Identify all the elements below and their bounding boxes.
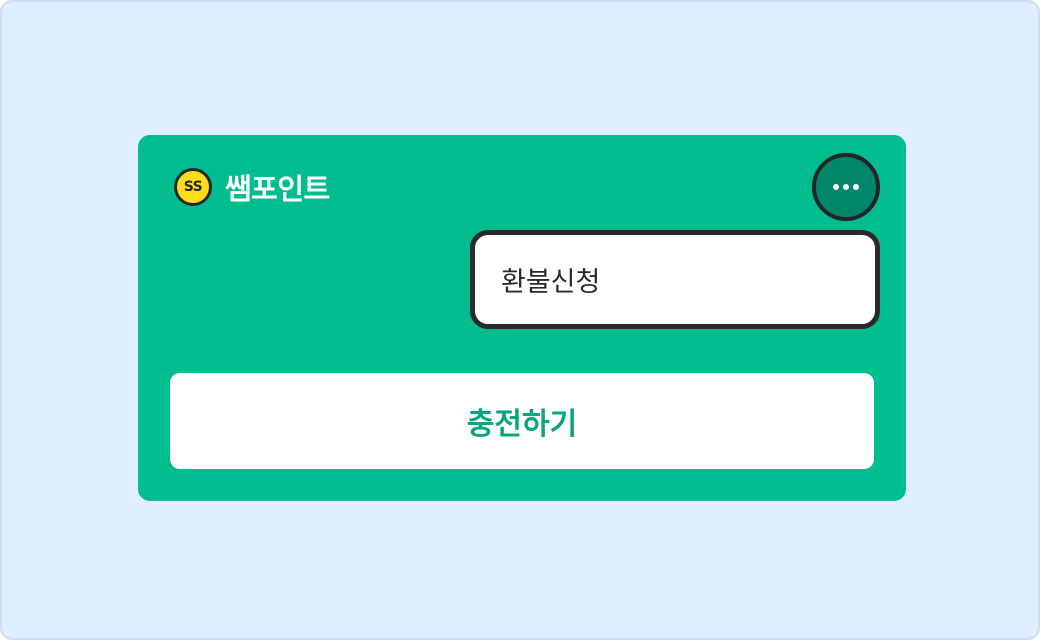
menu-item-refund-request[interactable]: 환불신청: [501, 260, 849, 299]
options-menu-popup: 환불신청: [470, 230, 880, 329]
points-title: 쌤포인트: [225, 172, 330, 206]
ss-coin-icon: SS: [174, 168, 212, 206]
more-dots-icon: [833, 184, 859, 190]
charge-button[interactable]: 충전하기: [170, 373, 874, 469]
page-background: SS 쌤포인트 환불신청 충전하기: [0, 0, 1040, 640]
points-header: SS 쌤포인트: [174, 164, 330, 210]
more-options-button[interactable]: [812, 153, 880, 221]
points-card: SS 쌤포인트 환불신청 충전하기: [138, 135, 906, 501]
